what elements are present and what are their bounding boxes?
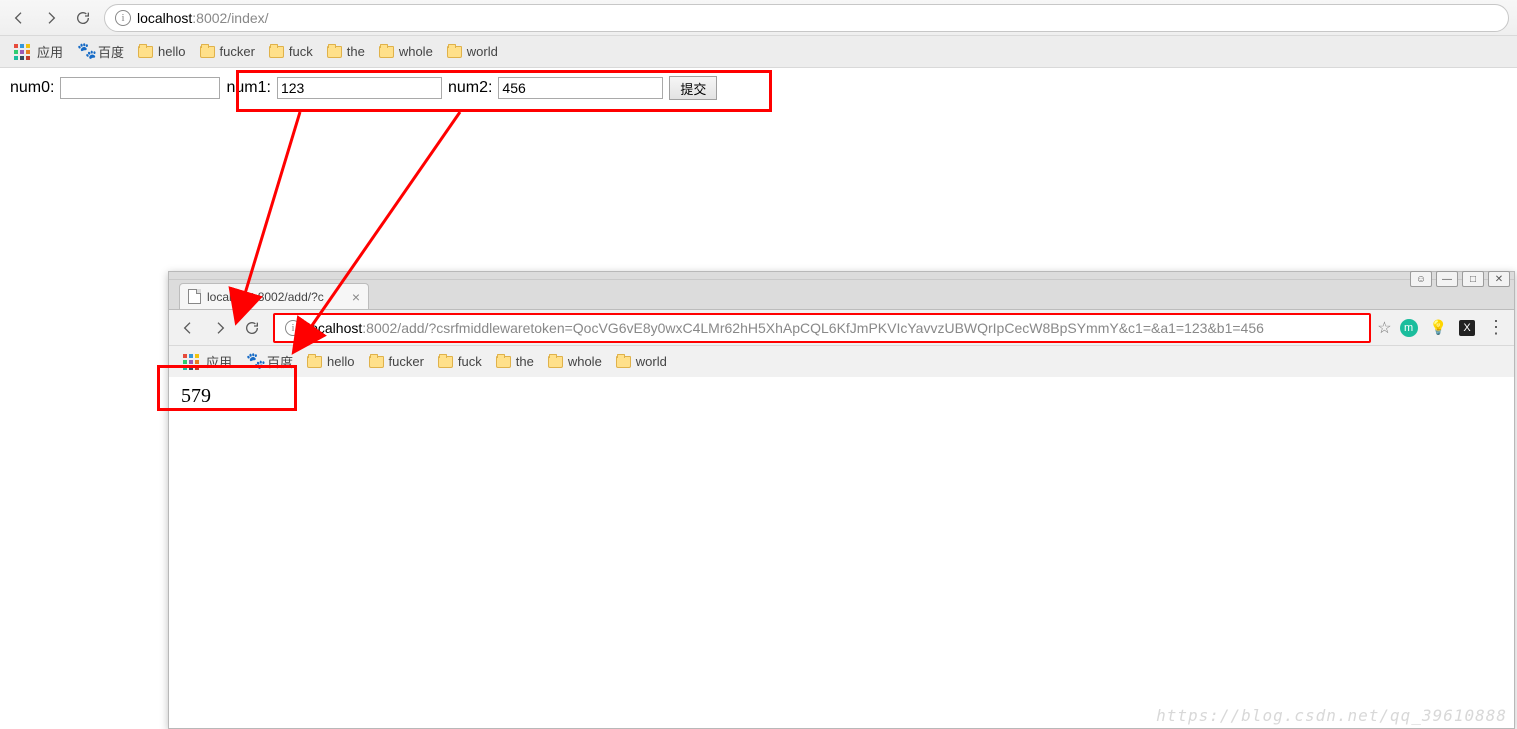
minimize-button[interactable]: — xyxy=(1436,271,1458,287)
baidu-label: 百度 xyxy=(267,352,293,371)
bookmark-item[interactable]: whole xyxy=(375,42,437,61)
page-content-top: num0: num1: num2: 提交 xyxy=(0,68,1517,108)
bookmark-label: whole xyxy=(568,354,602,369)
site-info-icon[interactable]: i xyxy=(115,10,131,26)
bookmark-item[interactable]: world xyxy=(612,352,671,371)
tab-strip: localhost:8002/add/?c × xyxy=(169,280,1514,310)
menu-button[interactable]: ⋮ xyxy=(1487,317,1506,338)
url-host: localhost xyxy=(137,10,192,26)
bookmark-label: fuck xyxy=(458,354,482,369)
url-path: :8002/add/?csrfmiddlewaretoken=QocVG6vE8… xyxy=(362,320,1264,336)
num0-input[interactable] xyxy=(60,77,220,99)
num2-label: num2: xyxy=(448,79,492,97)
folder-icon xyxy=(447,46,462,58)
url-path: :8002/index/ xyxy=(192,10,268,26)
second-browser-window: ☺ — □ ✕ localhost:8002/add/?c × i localh… xyxy=(168,271,1515,729)
bookmark-item[interactable]: world xyxy=(443,42,502,61)
bookmark-label: world xyxy=(467,44,498,59)
back-button[interactable] xyxy=(177,317,199,339)
num2-input[interactable] xyxy=(498,77,663,99)
browser-tab[interactable]: localhost:8002/add/?c × xyxy=(179,283,369,309)
bookmark-star-icon[interactable]: ☆ xyxy=(1377,318,1391,338)
bookmark-item[interactable]: hello xyxy=(134,42,189,61)
nav-toolbar-top: i localhost:8002/index/ xyxy=(0,0,1517,36)
bookmark-item[interactable]: hello xyxy=(303,352,358,371)
apps-button[interactable]: 应用 xyxy=(10,40,67,63)
num1-input[interactable] xyxy=(277,77,442,99)
bookmark-item[interactable]: fucker xyxy=(196,42,259,61)
folder-icon xyxy=(548,356,563,368)
bookmark-label: fucker xyxy=(220,44,255,59)
extension2-icon[interactable]: X xyxy=(1459,320,1475,336)
folder-icon xyxy=(438,356,453,368)
baidu-icon: 🐾 xyxy=(77,44,93,60)
folder-icon xyxy=(307,356,322,368)
bookmark-item[interactable]: fucker xyxy=(365,352,428,371)
folder-icon xyxy=(616,356,631,368)
close-window-button[interactable]: ✕ xyxy=(1488,271,1510,287)
toolbar-right-icons: m 💡 X ⋮ xyxy=(1400,317,1506,338)
bookmark-label: the xyxy=(516,354,534,369)
folder-icon xyxy=(200,46,215,58)
watermark-text: https://blog.csdn.net/qq_39610888 xyxy=(1156,706,1507,725)
profile-button[interactable]: ☺ xyxy=(1410,271,1432,287)
forward-button[interactable] xyxy=(209,317,231,339)
bookmark-item[interactable]: fuck xyxy=(265,42,317,61)
bookmark-label: hello xyxy=(327,354,354,369)
baidu-icon: 🐾 xyxy=(246,354,262,370)
apps-button[interactable]: 应用 xyxy=(179,350,236,373)
apps-label: 应用 xyxy=(206,352,232,371)
bookmarks-bar-second: 应用 🐾 百度 hello fucker fuck the whole worl… xyxy=(169,346,1514,378)
bookmark-item[interactable]: whole xyxy=(544,352,606,371)
bookmark-label: hello xyxy=(158,44,185,59)
apps-grid-icon xyxy=(183,354,199,370)
url-host: localhost xyxy=(307,320,362,336)
site-info-icon[interactable]: i xyxy=(285,320,301,336)
bookmark-label: fuck xyxy=(289,44,313,59)
address-bar-top[interactable]: i localhost:8002/index/ xyxy=(104,4,1509,32)
bookmark-label: world xyxy=(636,354,667,369)
folder-icon xyxy=(269,46,284,58)
folder-icon xyxy=(138,46,153,58)
maximize-button[interactable]: □ xyxy=(1462,271,1484,287)
num1-label: num1: xyxy=(226,79,270,97)
reload-button[interactable] xyxy=(72,7,94,29)
address-bar-second[interactable]: i localhost:8002/add/?csrfmiddlewaretoke… xyxy=(273,313,1371,343)
bookmark-label: fucker xyxy=(389,354,424,369)
bookmarks-bar-top: 应用 🐾 百度 hello fucker fuck the whole worl… xyxy=(0,36,1517,68)
bookmark-item[interactable]: fuck xyxy=(434,352,486,371)
back-button[interactable] xyxy=(8,7,30,29)
tab-title: localhost:8002/add/?c xyxy=(207,290,324,304)
bookmark-baidu[interactable]: 🐾 百度 xyxy=(73,40,128,63)
num0-label: num0: xyxy=(10,79,54,97)
apps-label: 应用 xyxy=(37,42,63,61)
baidu-label: 百度 xyxy=(98,42,124,61)
page-content-second: 579 xyxy=(169,377,1514,728)
bookmark-label: the xyxy=(347,44,365,59)
reload-button[interactable] xyxy=(241,317,263,339)
submit-button[interactable]: 提交 xyxy=(669,76,717,100)
extension-icon[interactable]: m xyxy=(1400,319,1418,337)
bookmark-item[interactable]: the xyxy=(323,42,369,61)
nav-toolbar-second: i localhost:8002/add/?csrfmiddlewaretoke… xyxy=(169,310,1514,346)
tips-icon[interactable]: 💡 xyxy=(1430,319,1447,336)
bookmark-item[interactable]: the xyxy=(492,352,538,371)
window-controls: ☺ — □ ✕ xyxy=(1410,271,1510,287)
folder-icon xyxy=(379,46,394,58)
top-browser-window: i localhost:8002/index/ 应用 🐾 百度 hello fu… xyxy=(0,0,1517,108)
result-text: 579 xyxy=(181,385,211,407)
bookmark-baidu[interactable]: 🐾 百度 xyxy=(242,350,297,373)
bookmark-label: whole xyxy=(399,44,433,59)
folder-icon xyxy=(496,356,511,368)
apps-grid-icon xyxy=(14,44,30,60)
window-titlebar: ☺ — □ ✕ xyxy=(169,272,1514,280)
folder-icon xyxy=(327,46,342,58)
forward-button[interactable] xyxy=(40,7,62,29)
tab-close-icon[interactable]: × xyxy=(352,289,360,305)
page-icon xyxy=(188,289,201,304)
folder-icon xyxy=(369,356,384,368)
